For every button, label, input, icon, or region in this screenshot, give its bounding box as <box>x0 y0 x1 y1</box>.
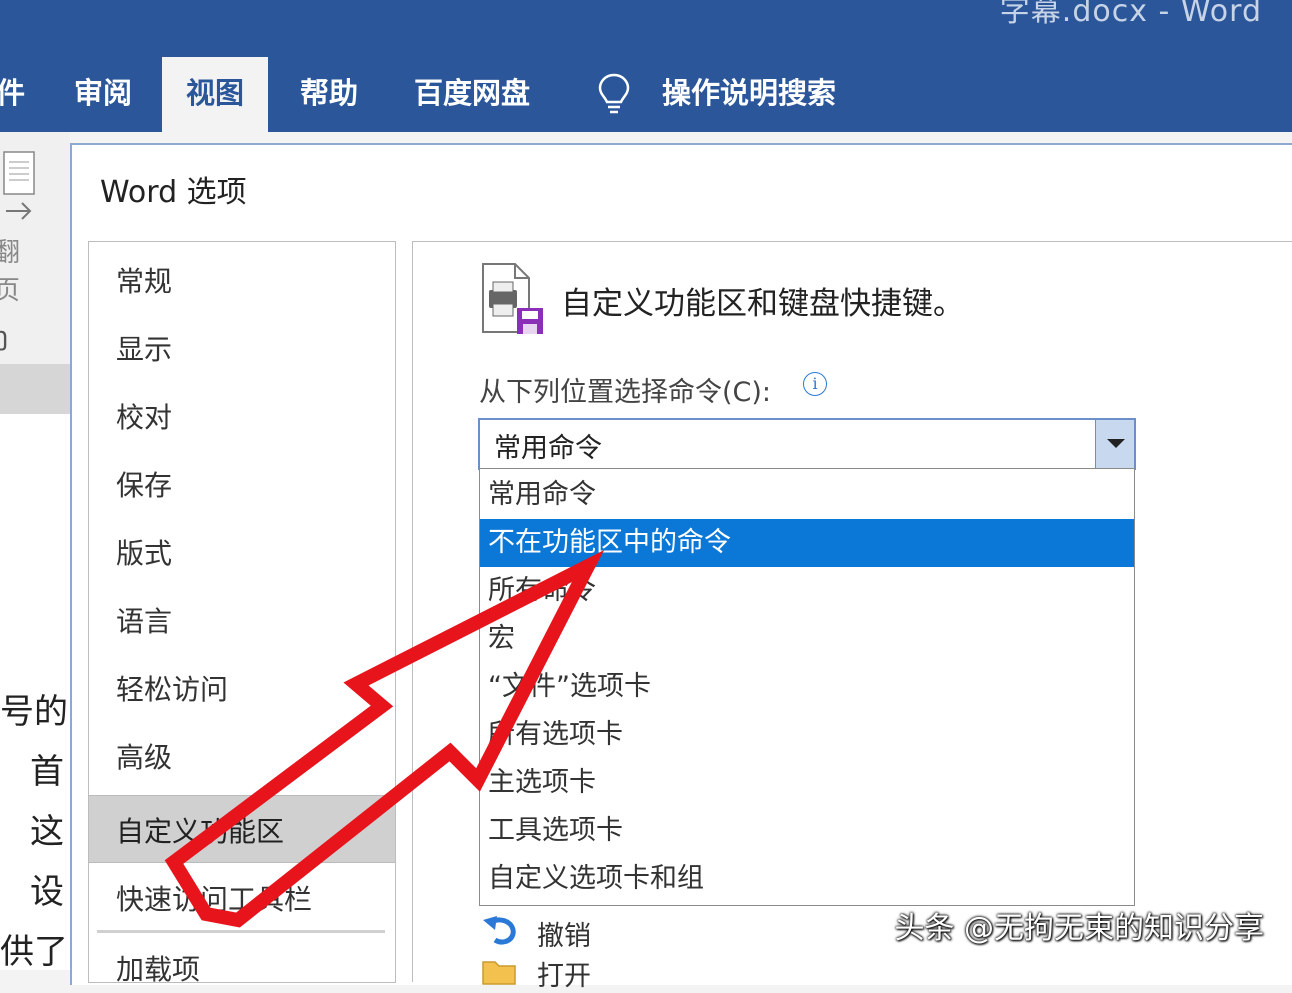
tab-help[interactable]: 帮助 <box>300 57 358 132</box>
strip-label: 页 <box>0 276 21 306</box>
commands-dropdown-list: 常用命令 不在功能区中的命令 所有命令 宏 “文件”选项卡 所有选项卡 主选项卡… <box>479 468 1135 906</box>
command-item-open[interactable]: 打开 <box>537 954 591 993</box>
dropdown-option[interactable]: 所有选项卡 <box>480 711 1134 759</box>
document-text: 设 <box>30 872 64 912</box>
nav-item-proofing[interactable]: 校对 <box>116 396 172 436</box>
nav-item-language[interactable]: 语言 <box>116 600 172 640</box>
tab-review[interactable]: 审阅 <box>74 57 132 132</box>
document-text: 供了 <box>0 932 68 972</box>
word-options-dialog: Word 选项 常规 显示 校对 保存 版式 语言 轻松访问 高级 自定义功能区… <box>70 143 1292 992</box>
nav-item-general[interactable]: 常规 <box>116 260 172 300</box>
chevron-down-icon[interactable] <box>1095 420 1134 468</box>
window-title: 字幕.docx - Word <box>999 0 1262 29</box>
nav-item-advanced[interactable]: 高级 <box>116 736 172 776</box>
tell-me-search[interactable]: 操作说明搜索 <box>662 57 836 132</box>
nav-item-customize-ribbon[interactable]: 自定义功能区 <box>116 810 284 850</box>
document-text: 这 <box>30 812 64 852</box>
dropdown-option[interactable]: 常用命令 <box>480 471 1134 519</box>
choose-commands-label: 从下列位置选择命令(C): <box>479 377 772 408</box>
ribbon: 字幕.docx - Word 件 审阅 视图 帮助 百度网盘 操作说明搜索 <box>0 0 1292 132</box>
dropdown-option[interactable]: “文件”选项卡 <box>480 663 1134 711</box>
dropdown-option[interactable]: 所有命令 <box>480 567 1134 615</box>
watermark: 头条 @无拘无束的知识分享 <box>894 911 1264 946</box>
ribbon-group-area: 翻 页 ŋ <box>0 132 70 414</box>
nav-divider <box>97 930 385 933</box>
page-icon <box>3 151 35 195</box>
info-icon[interactable]: i <box>803 372 827 396</box>
undo-icon <box>483 916 516 945</box>
customize-ribbon-icon <box>482 263 543 334</box>
document-text: 首 <box>30 752 64 792</box>
nav-item-layout[interactable]: 版式 <box>116 532 172 572</box>
strip-label: ŋ <box>0 322 9 352</box>
command-item-undo[interactable]: 撤销 <box>537 914 591 953</box>
dropdown-option[interactable]: 工具选项卡 <box>480 807 1134 855</box>
tab-baidu-netdisk[interactable]: 百度网盘 <box>414 57 530 132</box>
lightbulb-icon <box>598 73 630 114</box>
nav-item-quick-access-toolbar[interactable]: 快速访问工具栏 <box>116 878 312 918</box>
nav-item-save[interactable]: 保存 <box>116 464 172 504</box>
combobox-value: 常用命令 <box>494 433 602 464</box>
document-strip: 翻 页 ŋ 号的 首 这 设 供了 <box>0 132 70 972</box>
dropdown-option[interactable]: 宏 <box>480 615 1134 663</box>
dropdown-option[interactable]: 自定义选项卡和组 <box>480 855 1134 903</box>
strip-label: 翻 <box>0 238 21 268</box>
options-nav: 常规 显示 校对 保存 版式 语言 轻松访问 高级 自定义功能区 快速访问工具栏… <box>88 241 396 986</box>
dropdown-option-selected[interactable]: 不在功能区中的命令 <box>480 519 1134 567</box>
nav-item-accessibility[interactable]: 轻松访问 <box>116 668 228 708</box>
document-text: 号的 <box>0 692 68 732</box>
nav-item-display[interactable]: 显示 <box>116 328 172 368</box>
folder-icon <box>482 961 516 985</box>
nav-item-add-ins[interactable]: 加载项 <box>116 948 200 988</box>
customize-ribbon-pane: 自定义功能区和键盘快捷键。 从下列位置选择命令(C): i 常用命令 常用命令 … <box>412 241 1292 992</box>
tab-file[interactable]: 件 <box>0 57 25 132</box>
dropdown-option[interactable]: 主选项卡 <box>480 759 1134 807</box>
choose-commands-combobox[interactable]: 常用命令 <box>478 418 1136 470</box>
ribbon-group-band <box>0 364 70 414</box>
tab-view[interactable]: 视图 <box>162 57 269 132</box>
dialog-title: Word 选项 <box>100 175 247 210</box>
arrow-right-icon <box>6 202 32 220</box>
pane-heading: 自定义功能区和键盘快捷键。 <box>561 286 964 322</box>
